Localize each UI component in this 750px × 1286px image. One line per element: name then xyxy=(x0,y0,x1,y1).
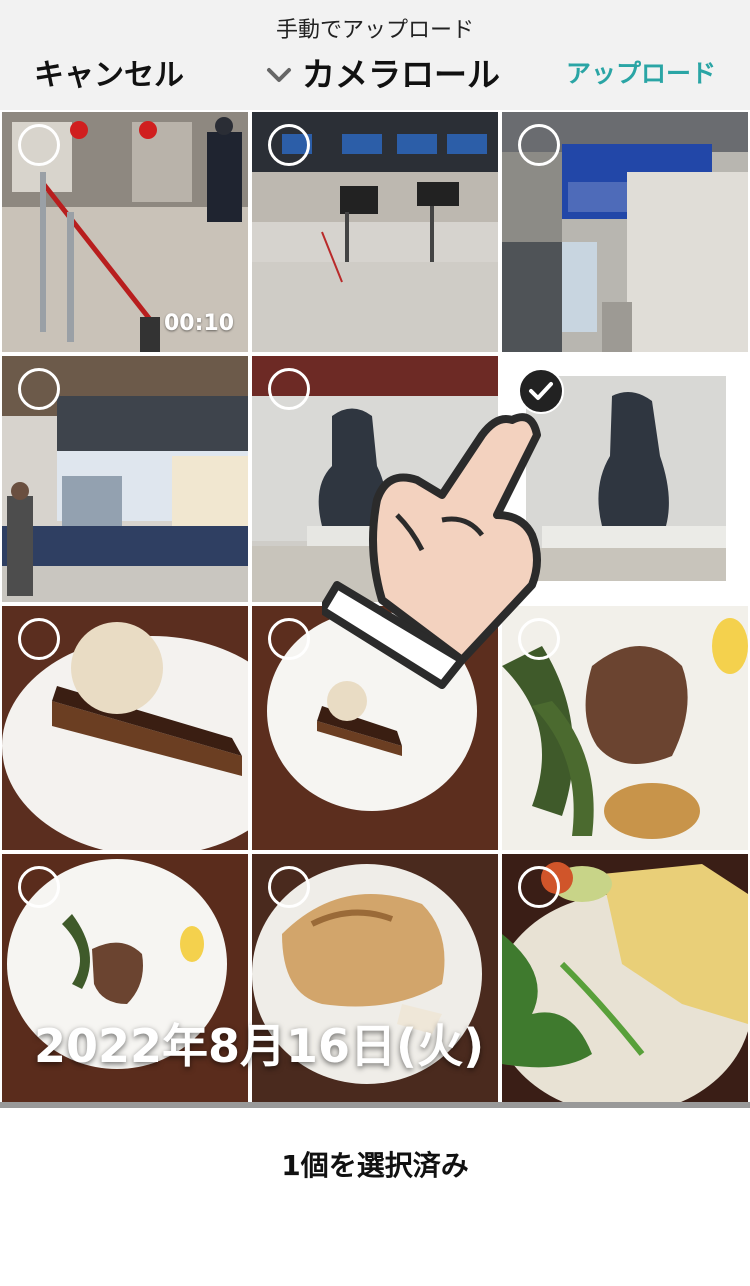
album-title: カメラロール xyxy=(302,55,500,94)
selection-circle[interactable] xyxy=(18,368,60,410)
photo-thumbnail[interactable] xyxy=(2,606,248,850)
upload-button[interactable]: アップロード xyxy=(566,54,716,90)
photo-thumbnail[interactable] xyxy=(252,112,498,352)
selection-circle[interactable] xyxy=(268,618,310,660)
selection-circle[interactable] xyxy=(18,124,60,166)
selection-circle[interactable] xyxy=(518,866,560,908)
chevron-down-icon xyxy=(266,53,292,92)
photo-thumbnail[interactable] xyxy=(502,112,748,352)
selection-status: 1個を選択済み xyxy=(281,1149,469,1182)
header: 手動でアップロード キャンセル カメラロール アップロード xyxy=(0,0,750,110)
selection-circle[interactable] xyxy=(268,124,310,166)
photo-thumbnail[interactable] xyxy=(502,854,748,1102)
video-duration: 00:10 xyxy=(163,311,234,336)
selection-circle[interactable] xyxy=(18,618,60,660)
selection-circle[interactable] xyxy=(268,866,310,908)
date-overlay: 2022年8月16日(火) xyxy=(34,1019,485,1073)
album-selector[interactable]: カメラロール xyxy=(266,48,500,96)
footer: 1個を選択済み xyxy=(0,1108,750,1286)
upload-mode-subtitle: 手動でアップロード xyxy=(275,18,474,43)
photo-thumbnail[interactable] xyxy=(2,356,248,602)
cancel-button[interactable]: キャンセル xyxy=(34,50,184,94)
pointing-hand-icon xyxy=(322,413,541,689)
selection-circle[interactable] xyxy=(268,368,310,410)
selection-circle[interactable] xyxy=(518,124,560,166)
photo-thumbnail[interactable]: 00:10 xyxy=(2,112,248,352)
selection-circle[interactable] xyxy=(18,866,60,908)
